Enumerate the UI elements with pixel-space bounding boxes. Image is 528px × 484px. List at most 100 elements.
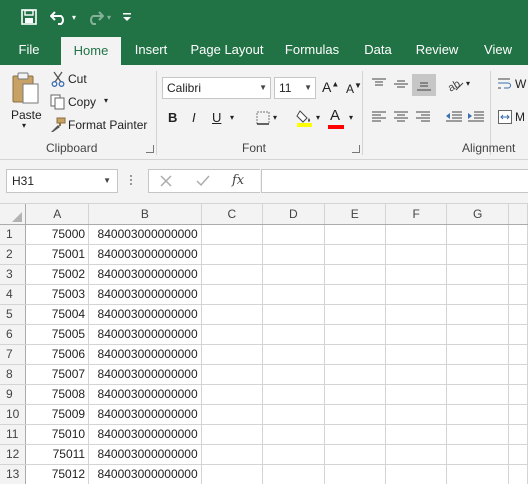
underline-button[interactable]: U bbox=[212, 110, 221, 125]
cell-b[interactable]: 840003000000000 bbox=[88, 424, 202, 445]
cell-b[interactable]: 840003000000000 bbox=[88, 324, 202, 345]
cell-f[interactable] bbox=[385, 344, 448, 365]
cell-a[interactable]: 75006 bbox=[25, 344, 90, 365]
row-header[interactable]: 9 bbox=[0, 384, 27, 405]
paste-button[interactable]: Paste ▾ bbox=[6, 69, 44, 131]
redo-icon[interactable] bbox=[84, 7, 106, 27]
cell-h[interactable] bbox=[508, 304, 528, 325]
cell-h[interactable] bbox=[508, 364, 528, 385]
align-top-icon[interactable] bbox=[372, 78, 386, 90]
row-header[interactable]: 5 bbox=[0, 304, 27, 325]
cell-b[interactable]: 840003000000000 bbox=[88, 344, 202, 365]
shrink-font-button[interactable]: A▼ bbox=[346, 81, 362, 96]
row-header[interactable]: 2 bbox=[0, 244, 27, 265]
column-header-a[interactable]: A bbox=[25, 204, 90, 225]
cell-a[interactable]: 75001 bbox=[25, 244, 90, 265]
cell-h[interactable] bbox=[508, 404, 528, 425]
cell-c[interactable] bbox=[201, 324, 264, 345]
cell-g[interactable] bbox=[446, 464, 509, 484]
cell-f[interactable] bbox=[385, 404, 448, 425]
cell-c[interactable] bbox=[201, 464, 264, 484]
cell-e[interactable] bbox=[324, 284, 386, 305]
tab-data[interactable]: Data bbox=[358, 35, 398, 65]
font-name-select[interactable]: Calibri ▼ bbox=[162, 77, 271, 99]
cell-a[interactable]: 75002 bbox=[25, 264, 90, 285]
column-header-h[interactable] bbox=[508, 204, 528, 225]
cell-a[interactable]: 75000 bbox=[25, 224, 90, 245]
cell-c[interactable] bbox=[201, 244, 264, 265]
cell-a[interactable]: 75009 bbox=[25, 404, 90, 425]
cell-b[interactable]: 840003000000000 bbox=[88, 404, 202, 425]
font-launcher-icon[interactable] bbox=[352, 145, 360, 153]
cell-e[interactable] bbox=[324, 344, 386, 365]
cell-d[interactable] bbox=[262, 324, 325, 345]
undo-icon[interactable] bbox=[48, 7, 70, 27]
cell-e[interactable] bbox=[324, 264, 386, 285]
cell-c[interactable] bbox=[201, 264, 264, 285]
cell-e[interactable] bbox=[324, 244, 386, 265]
increase-indent-icon[interactable] bbox=[468, 111, 484, 123]
cell-a[interactable]: 75012 bbox=[25, 464, 90, 484]
cell-c[interactable] bbox=[201, 224, 264, 245]
row-header[interactable]: 4 bbox=[0, 284, 27, 305]
borders-dropdown-icon[interactable]: ▾ bbox=[273, 113, 277, 122]
cell-e[interactable] bbox=[324, 424, 386, 445]
tab-view[interactable]: View bbox=[478, 35, 518, 65]
column-header-d[interactable]: D bbox=[262, 204, 325, 225]
cell-h[interactable] bbox=[508, 224, 528, 245]
cell-g[interactable] bbox=[446, 384, 509, 405]
cell-a[interactable]: 75007 bbox=[25, 364, 90, 385]
cell-g[interactable] bbox=[446, 444, 509, 465]
tab-page-layout[interactable]: Page Layout bbox=[188, 35, 266, 65]
cell-h[interactable] bbox=[508, 324, 528, 345]
cell-d[interactable] bbox=[262, 344, 325, 365]
cell-g[interactable] bbox=[446, 284, 509, 305]
cell-h[interactable] bbox=[508, 244, 528, 265]
cell-g[interactable] bbox=[446, 404, 509, 425]
row-header[interactable]: 3 bbox=[0, 264, 27, 285]
cell-f[interactable] bbox=[385, 284, 448, 305]
cell-e[interactable] bbox=[324, 364, 386, 385]
column-header-g[interactable]: G bbox=[446, 204, 509, 225]
align-left-icon[interactable] bbox=[372, 111, 386, 123]
save-icon[interactable] bbox=[18, 7, 40, 27]
redo-dropdown-icon[interactable]: ▾ bbox=[104, 7, 114, 27]
italic-button[interactable]: I bbox=[192, 110, 196, 125]
cell-c[interactable] bbox=[201, 284, 264, 305]
tab-insert[interactable]: Insert bbox=[128, 35, 174, 65]
cell-g[interactable] bbox=[446, 424, 509, 445]
cell-c[interactable] bbox=[201, 444, 264, 465]
cell-f[interactable] bbox=[385, 364, 448, 385]
cell-g[interactable] bbox=[446, 364, 509, 385]
formula-input[interactable] bbox=[261, 169, 528, 193]
cut-button[interactable]: Cut bbox=[49, 70, 95, 90]
row-header[interactable]: 10 bbox=[0, 404, 27, 425]
cell-f[interactable] bbox=[385, 264, 448, 285]
cell-a[interactable]: 75011 bbox=[25, 444, 90, 465]
cell-e[interactable] bbox=[324, 324, 386, 345]
cell-c[interactable] bbox=[201, 384, 264, 405]
cell-d[interactable] bbox=[262, 284, 325, 305]
clipboard-launcher-icon[interactable] bbox=[146, 145, 154, 153]
formula-bar-splitter[interactable] bbox=[129, 173, 133, 189]
cell-b[interactable]: 840003000000000 bbox=[88, 464, 202, 484]
column-header-f[interactable]: F bbox=[385, 204, 448, 225]
cell-b[interactable]: 840003000000000 bbox=[88, 244, 202, 265]
underline-dropdown-icon[interactable]: ▾ bbox=[230, 113, 234, 122]
cell-d[interactable] bbox=[262, 364, 325, 385]
decrease-indent-icon[interactable] bbox=[446, 111, 462, 123]
row-header[interactable]: 6 bbox=[0, 324, 27, 345]
cell-d[interactable] bbox=[262, 444, 325, 465]
cell-b[interactable]: 840003000000000 bbox=[88, 384, 202, 405]
cell-b[interactable]: 840003000000000 bbox=[88, 304, 202, 325]
copy-dropdown-icon[interactable]: ▾ bbox=[104, 96, 108, 105]
cell-a[interactable]: 75004 bbox=[25, 304, 90, 325]
cell-h[interactable] bbox=[508, 344, 528, 365]
cell-e[interactable] bbox=[324, 404, 386, 425]
tab-file[interactable]: File bbox=[8, 35, 50, 65]
cell-h[interactable] bbox=[508, 444, 528, 465]
align-right-icon[interactable] bbox=[416, 111, 430, 123]
cell-d[interactable] bbox=[262, 424, 325, 445]
cell-e[interactable] bbox=[324, 464, 386, 484]
row-header[interactable]: 1 bbox=[0, 224, 27, 245]
